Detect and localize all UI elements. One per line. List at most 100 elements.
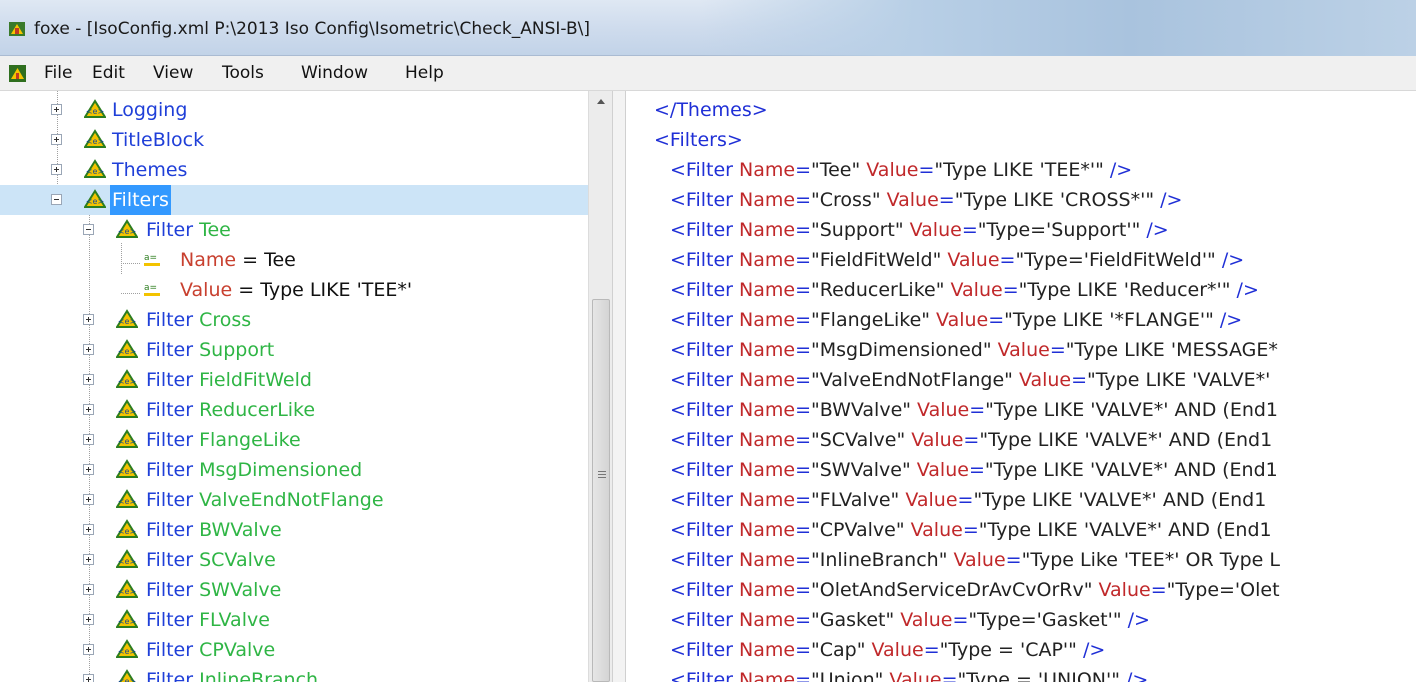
tree-node-filter[interactable]: <e> Filter InlineBranch [0, 665, 588, 682]
tree-node-filter[interactable]: <e> Filter SWValve [0, 575, 588, 605]
element-node-icon: <e> [116, 549, 138, 568]
tree-node-titleblock[interactable]: <e> TitleBlock [0, 125, 588, 155]
tree-attribute-name[interactable]: a= Name = Tee [0, 245, 588, 275]
document-icon[interactable] [8, 64, 27, 83]
expand-icon[interactable] [83, 344, 94, 355]
xml-token: Name [739, 249, 796, 271]
tree-node-filter[interactable]: <e> Filter BWValve [0, 515, 588, 545]
menu-window[interactable]: Window [301, 63, 368, 83]
tree-node-logging[interactable]: <e> Logging [0, 95, 588, 125]
xml-token: "Type = 'UNION'" [957, 669, 1127, 682]
tree-node-filter[interactable]: <e> Filter MsgDimensioned [0, 455, 588, 485]
xml-token: = [795, 369, 811, 391]
element-tag: Filter [146, 369, 194, 391]
expand-icon[interactable] [83, 494, 94, 505]
svg-text:a=: a= [144, 283, 157, 293]
element-tag: Filter [146, 429, 194, 451]
expand-icon[interactable] [51, 164, 62, 175]
tree-node-themes[interactable]: <e> Themes [0, 155, 588, 185]
expand-icon[interactable] [83, 404, 94, 415]
xml-token: Value [866, 159, 919, 181]
xml-token: <Filter [670, 609, 740, 631]
xml-token: Name [739, 519, 796, 541]
xml-token: Name [739, 189, 796, 211]
expand-icon[interactable] [51, 134, 62, 145]
attribute-equals: = [238, 279, 255, 301]
menu-file[interactable]: File [44, 63, 72, 83]
title-bar[interactable]: foxe - [IsoConfig.xml P:\2013 Iso Config… [0, 0, 1416, 56]
expand-icon[interactable] [83, 674, 94, 682]
tree-node-filter[interactable]: <e> Filter CPValve [0, 635, 588, 665]
tree-attribute-value[interactable]: a= Value = Type LIKE 'TEE*' [0, 275, 588, 305]
expand-icon[interactable] [83, 554, 94, 565]
xml-token: "MsgDimensioned" [811, 339, 998, 361]
tree-node-filter[interactable]: <e> Filter Cross [0, 305, 588, 335]
xml-token: "ValveEndNotFlange" [811, 369, 1019, 391]
element-node-icon: <e> [116, 339, 138, 358]
tree-node-filter[interactable]: <e> Filter ReducerLike [0, 395, 588, 425]
xml-token: <Filter [670, 549, 740, 571]
xml-line: <Filter Name="MsgDimensioned" Value="Typ… [670, 335, 1278, 365]
xml-source-view[interactable]: </Themes> <Filters> <Filter Name="Tee" Val… [626, 91, 1416, 682]
svg-text:<e>: <e> [118, 317, 136, 326]
xml-token: <Filter [670, 429, 740, 451]
menu-tools[interactable]: Tools [222, 63, 264, 83]
xml-token: "Type = 'CAP'" [939, 639, 1083, 661]
tree-scrollbar[interactable] [588, 91, 612, 682]
tree-node-filter[interactable]: <e> Filter SCValve [0, 545, 588, 575]
expand-icon[interactable] [51, 104, 62, 115]
xml-token: <Filter [670, 189, 740, 211]
xml-token: Name [739, 489, 796, 511]
xml-token: "Type='Support'" [977, 219, 1147, 241]
expand-icon[interactable] [83, 614, 94, 625]
element-node-icon: <e> [116, 429, 138, 448]
xml-token: = [795, 429, 811, 451]
tree-node-filter[interactable]: <e> Filter ValveEndNotFlange [0, 485, 588, 515]
tree-node-filter[interactable]: <e> Filter FLValve [0, 605, 588, 635]
menu-view[interactable]: View [153, 63, 193, 83]
tree-node-filters[interactable]: <e> Filters [0, 185, 588, 215]
svg-text:<e>: <e> [118, 557, 136, 566]
xml-token: Name [739, 609, 796, 631]
scroll-up-arrow-icon[interactable] [589, 91, 613, 113]
expand-icon[interactable] [83, 314, 94, 325]
expand-icon[interactable] [83, 584, 94, 595]
xml-token: = [999, 249, 1016, 271]
attribute-icon: a= [144, 253, 160, 266]
svg-text:<e>: <e> [118, 467, 136, 476]
xml-token: Name [739, 219, 796, 241]
xml-line: <Filter Name="Cross" Value="Type LIKE 'C… [670, 185, 1182, 215]
element-tag: Filter [146, 459, 194, 481]
expand-icon[interactable] [83, 434, 94, 445]
expand-icon[interactable] [83, 644, 94, 655]
svg-text:<e>: <e> [86, 167, 104, 176]
xml-token: = [968, 459, 985, 481]
scroll-thumb[interactable] [592, 299, 610, 682]
xml-line: <Filter Name="InlineBranch" Value="Type … [670, 545, 1280, 575]
tree-node-filter[interactable]: <e> Filter FieldFitWeld [0, 365, 588, 395]
xml-token: Value [947, 249, 1000, 271]
xml-token: Value [936, 309, 989, 331]
xml-token: <Filter [670, 309, 740, 331]
element-node-icon: <e> [116, 519, 138, 538]
menu-help[interactable]: Help [405, 63, 444, 83]
menu-edit[interactable]: Edit [92, 63, 125, 83]
element-tag: Filter [146, 579, 194, 601]
expand-icon[interactable] [83, 464, 94, 475]
xml-token: = [1005, 549, 1022, 571]
expand-icon[interactable] [83, 374, 94, 385]
element-tag: Filter [146, 639, 194, 661]
collapse-icon[interactable] [51, 194, 62, 205]
tree-node-filter[interactable]: <e> Filter Support [0, 335, 588, 365]
xml-token: "Support" [811, 219, 910, 241]
tree-view[interactable]: <e> Logging <e> TitleBlock <e> Themes <e… [0, 91, 588, 682]
tree-node-filter-tee[interactable]: <e> Filter Tee [0, 215, 588, 245]
collapse-icon[interactable] [83, 224, 94, 235]
pane-splitter[interactable] [612, 91, 626, 682]
element-tag: Filter [146, 519, 194, 541]
xml-token: = [795, 249, 811, 271]
xml-token: Name [739, 279, 796, 301]
xml-token: Value [905, 489, 958, 511]
tree-node-filter[interactable]: <e> Filter FlangeLike [0, 425, 588, 455]
expand-icon[interactable] [83, 524, 94, 535]
